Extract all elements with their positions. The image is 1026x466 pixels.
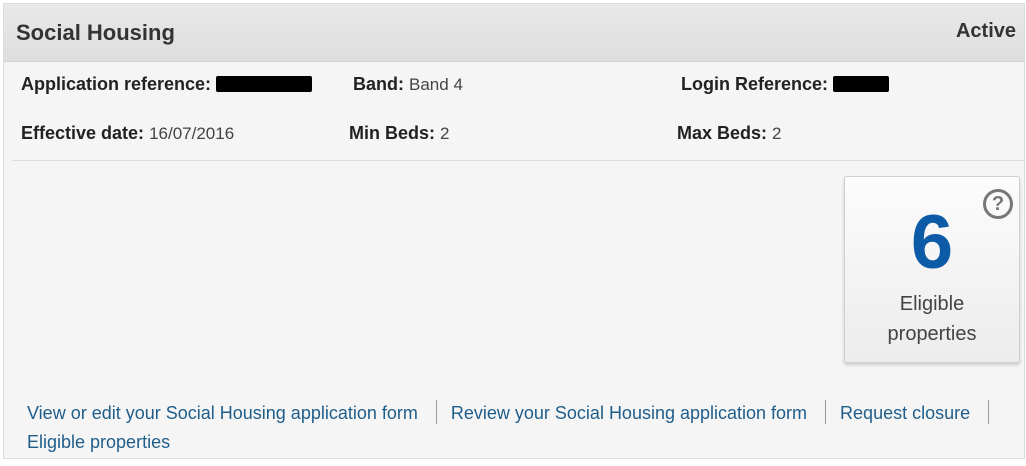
panel-header: Social Housing Active <box>4 4 1024 62</box>
section-divider <box>12 160 1024 161</box>
band-label: Band: <box>353 74 404 94</box>
eligible-properties-card[interactable]: ? 6 Eligible properties <box>844 176 1020 363</box>
max-beds-value: 2 <box>772 124 782 143</box>
eligible-card-label: Eligible properties <box>845 289 1019 349</box>
login-reference-label: Login Reference: <box>681 74 829 94</box>
eligible-card-label-line2: properties <box>887 323 977 345</box>
login-reference: Login Reference: <box>681 74 890 95</box>
application-reference-label: Application reference: <box>21 74 212 94</box>
redacted-login-reference <box>833 76 890 92</box>
link-separator <box>435 400 437 424</box>
link-separator <box>825 400 827 424</box>
eligible-card-label-line1: Eligible <box>899 293 965 315</box>
action-links: View or edit your Social Housing applica… <box>27 399 1007 457</box>
status-label: Active <box>955 20 1016 42</box>
max-beds: Max Beds: 2 <box>677 123 782 144</box>
review-application-link[interactable]: Review your Social Housing application f… <box>451 403 807 423</box>
eligible-count: 6 <box>910 200 954 285</box>
view-edit-application-link[interactable]: View or edit your Social Housing applica… <box>27 403 418 423</box>
effective-date: Effective date: 16/07/2016 <box>21 123 234 144</box>
max-beds-label: Max Beds: <box>677 123 768 143</box>
application-reference: Application reference: <box>21 74 313 95</box>
effective-date-label: Effective date: <box>21 123 145 143</box>
redacted-application-reference <box>216 76 313 92</box>
request-closure-link[interactable]: Request closure <box>840 403 970 423</box>
social-housing-panel: Social Housing Active Application refere… <box>3 3 1025 459</box>
link-separator <box>988 400 990 424</box>
effective-date-value: 16/07/2016 <box>149 124 235 143</box>
band-value: Band 4 <box>409 75 463 94</box>
min-beds-label: Min Beds: <box>349 123 436 143</box>
min-beds: Min Beds: 2 <box>349 123 450 144</box>
band-field: Band: Band 4 <box>353 74 463 95</box>
min-beds-value: 2 <box>440 124 450 143</box>
eligible-properties-link[interactable]: Eligible properties <box>27 432 170 452</box>
panel-title: Social Housing <box>16 20 175 45</box>
